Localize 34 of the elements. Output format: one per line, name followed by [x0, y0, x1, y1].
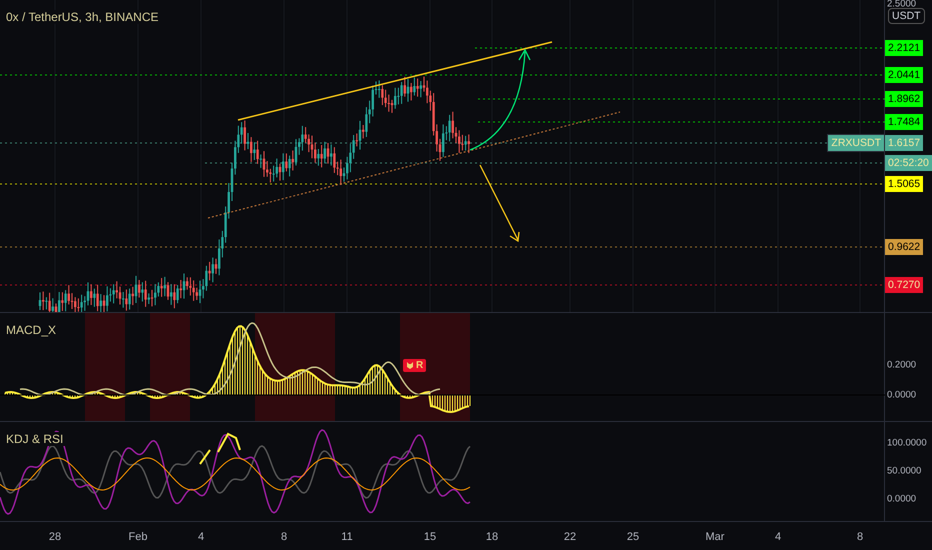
- price-tag: 0.7270: [885, 277, 924, 293]
- date-label: 15: [424, 531, 436, 543]
- date-label: 8: [856, 531, 864, 543]
- currency-label[interactable]: USDT: [888, 8, 925, 24]
- date-label: 11: [341, 531, 353, 543]
- date-label: Mar: [706, 531, 724, 543]
- price-tag: 2.0441: [885, 67, 924, 83]
- indicator-tick: 100.0000: [887, 438, 927, 448]
- symbol-tag: ZRXUSDT: [827, 134, 885, 152]
- date-label: 8: [280, 531, 288, 543]
- price-tag: 1.6157: [885, 135, 924, 151]
- price-tag: 1.8962: [885, 91, 924, 107]
- chart-title: 0x / TetherUS, 3h, BINANCE: [4, 10, 161, 24]
- bull-icon: [406, 361, 414, 370]
- date-label: 4: [198, 531, 204, 543]
- date-label: 22: [564, 531, 576, 543]
- date-label: 18: [486, 531, 498, 543]
- indicator-tick: 0.0000: [887, 494, 916, 504]
- price-tag: 2.2121: [885, 40, 924, 56]
- indicator-title: MACD_X: [4, 323, 58, 337]
- badge-label: R: [416, 360, 424, 371]
- date-label: Feb: [128, 531, 148, 543]
- indicator-tick: 0.2000: [887, 360, 916, 370]
- indicator-title: KDJ & RSI: [4, 432, 66, 446]
- date-label: 4: [774, 531, 782, 543]
- price-tag: 1.5065: [885, 176, 924, 192]
- date-label: 28: [48, 531, 62, 543]
- date-label: 25: [626, 531, 640, 543]
- price-tick: 2.5000: [887, 0, 916, 10]
- indicator-tick: 0.0000: [887, 390, 916, 400]
- indicator-tick: 50.0000: [887, 466, 922, 476]
- price-tag: 0.9622: [885, 239, 924, 255]
- countdown-tag: 02:52:20: [885, 155, 932, 171]
- price-tag: 1.7484: [885, 114, 924, 130]
